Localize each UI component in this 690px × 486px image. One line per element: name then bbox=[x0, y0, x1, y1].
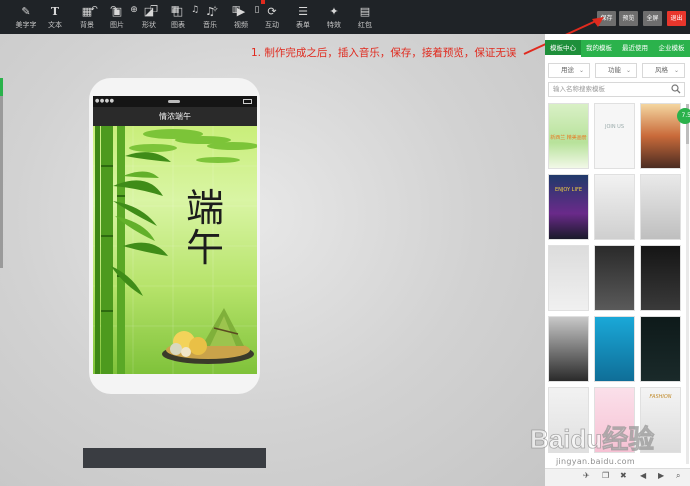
filter-purpose-select[interactable]: 用途 ⌄ bbox=[548, 63, 590, 78]
template-thumb[interactable] bbox=[594, 174, 635, 240]
template-search-input[interactable]: 输入名称搜索模板 bbox=[548, 82, 685, 97]
fullscreen-button[interactable]: 全屏 bbox=[643, 11, 662, 26]
panel-collapse-badge[interactable]: 7.5 bbox=[677, 108, 690, 124]
tool-effect[interactable]: ✦ 特效 bbox=[318, 3, 350, 33]
watermark-url: jingyan.baidu.com bbox=[556, 457, 635, 466]
template-thumb[interactable] bbox=[594, 316, 635, 382]
template-thumb[interactable] bbox=[594, 245, 635, 311]
exit-button[interactable]: 退出 bbox=[667, 11, 686, 26]
text-icon: T bbox=[50, 5, 60, 18]
tab-recent[interactable]: 最近使用 bbox=[617, 40, 653, 57]
template-thumb[interactable]: JOIN US bbox=[594, 103, 635, 169]
grid-icon[interactable]: ▦ bbox=[169, 4, 181, 16]
editor-canvas bbox=[0, 34, 545, 486]
preview-button[interactable]: 预览 bbox=[619, 11, 638, 26]
left-panel-tab[interactable] bbox=[0, 78, 3, 96]
zongzi-illustration[interactable] bbox=[158, 294, 254, 368]
tab-template-center[interactable]: 模板中心 bbox=[545, 40, 581, 57]
pin-icon[interactable]: ✈ bbox=[583, 471, 590, 480]
chevron-down-icon: ⌄ bbox=[578, 67, 584, 74]
tab-my-templates[interactable]: 我的模板 bbox=[581, 40, 617, 57]
annotation-text: 1. 制作完成之后，插入音乐，保存，接着预览，保证无误 bbox=[251, 47, 517, 59]
copy-page-icon[interactable]: ❐ bbox=[148, 4, 160, 16]
add-page-icon[interactable]: ⊕ bbox=[128, 4, 140, 16]
phone-preview-icon[interactable]: ▯ bbox=[251, 0, 265, 16]
baidu-jingyan-watermark: Baidu经验 bbox=[530, 424, 655, 455]
filter-style-select[interactable]: 风格 ⌄ bbox=[642, 63, 685, 78]
template-thumb[interactable]: ENJOY LIFE bbox=[548, 174, 589, 240]
template-thumb[interactable] bbox=[640, 174, 681, 240]
redpacket-icon: ▤ bbox=[359, 5, 371, 18]
filter-function-select[interactable]: 功能 ⌄ bbox=[595, 63, 637, 78]
tool-art-text[interactable]: ✎ 美字字 bbox=[10, 3, 42, 33]
left-panel-edge[interactable] bbox=[0, 78, 3, 268]
template-thumb[interactable] bbox=[548, 245, 589, 311]
form-icon: ☰ bbox=[298, 5, 308, 18]
svg-text:Baidu经验: Baidu经验 bbox=[530, 424, 654, 454]
layout-icon[interactable]: ▥ bbox=[230, 4, 242, 16]
phone-speaker bbox=[168, 100, 180, 103]
tool-red-packet[interactable]: ▤ 红包 bbox=[349, 3, 381, 33]
chevron-down-icon: ⌄ bbox=[673, 67, 679, 74]
template-thumb[interactable] bbox=[640, 245, 681, 311]
page-toolbar bbox=[83, 448, 266, 468]
template-thumb[interactable]: 新西兰 精美画册 bbox=[548, 103, 589, 169]
dragon-boat-calligraphy[interactable]: 端 午 bbox=[177, 188, 233, 268]
copy-icon[interactable]: ❐ bbox=[602, 471, 609, 480]
template-thumb[interactable] bbox=[548, 316, 589, 382]
search-icon[interactable] bbox=[671, 84, 681, 94]
template-scrollbar[interactable] bbox=[686, 104, 689, 464]
undo-icon[interactable]: ↶ bbox=[88, 4, 100, 16]
chevron-down-icon: ⌄ bbox=[625, 67, 631, 74]
tool-text[interactable]: T 文本 bbox=[39, 3, 71, 33]
battery-icon bbox=[243, 99, 252, 104]
pen-icon: ✎ bbox=[21, 5, 31, 18]
music-icon[interactable]: ♫ bbox=[189, 4, 201, 16]
next-icon[interactable]: ▶ bbox=[658, 471, 664, 480]
template-thumb[interactable] bbox=[640, 103, 681, 169]
panel-footer bbox=[545, 468, 690, 486]
redo-icon[interactable]: ↷ bbox=[108, 4, 120, 16]
delete-icon[interactable]: ✖ bbox=[620, 471, 627, 480]
magic-icon[interactable]: ✧ bbox=[209, 4, 221, 16]
tool-form[interactable]: ☰ 表单 bbox=[287, 3, 319, 33]
play-icon[interactable]: ◀ bbox=[640, 471, 646, 480]
effect-icon: ✦ bbox=[329, 5, 339, 18]
signal-icon: ●●●● bbox=[95, 98, 115, 104]
phone-page-title: 情浓端午 bbox=[93, 107, 257, 126]
template-thumb[interactable] bbox=[640, 316, 681, 382]
tab-enterprise[interactable]: 企业模板 bbox=[653, 40, 690, 57]
zoom-icon[interactable]: ⌕ bbox=[676, 471, 680, 481]
